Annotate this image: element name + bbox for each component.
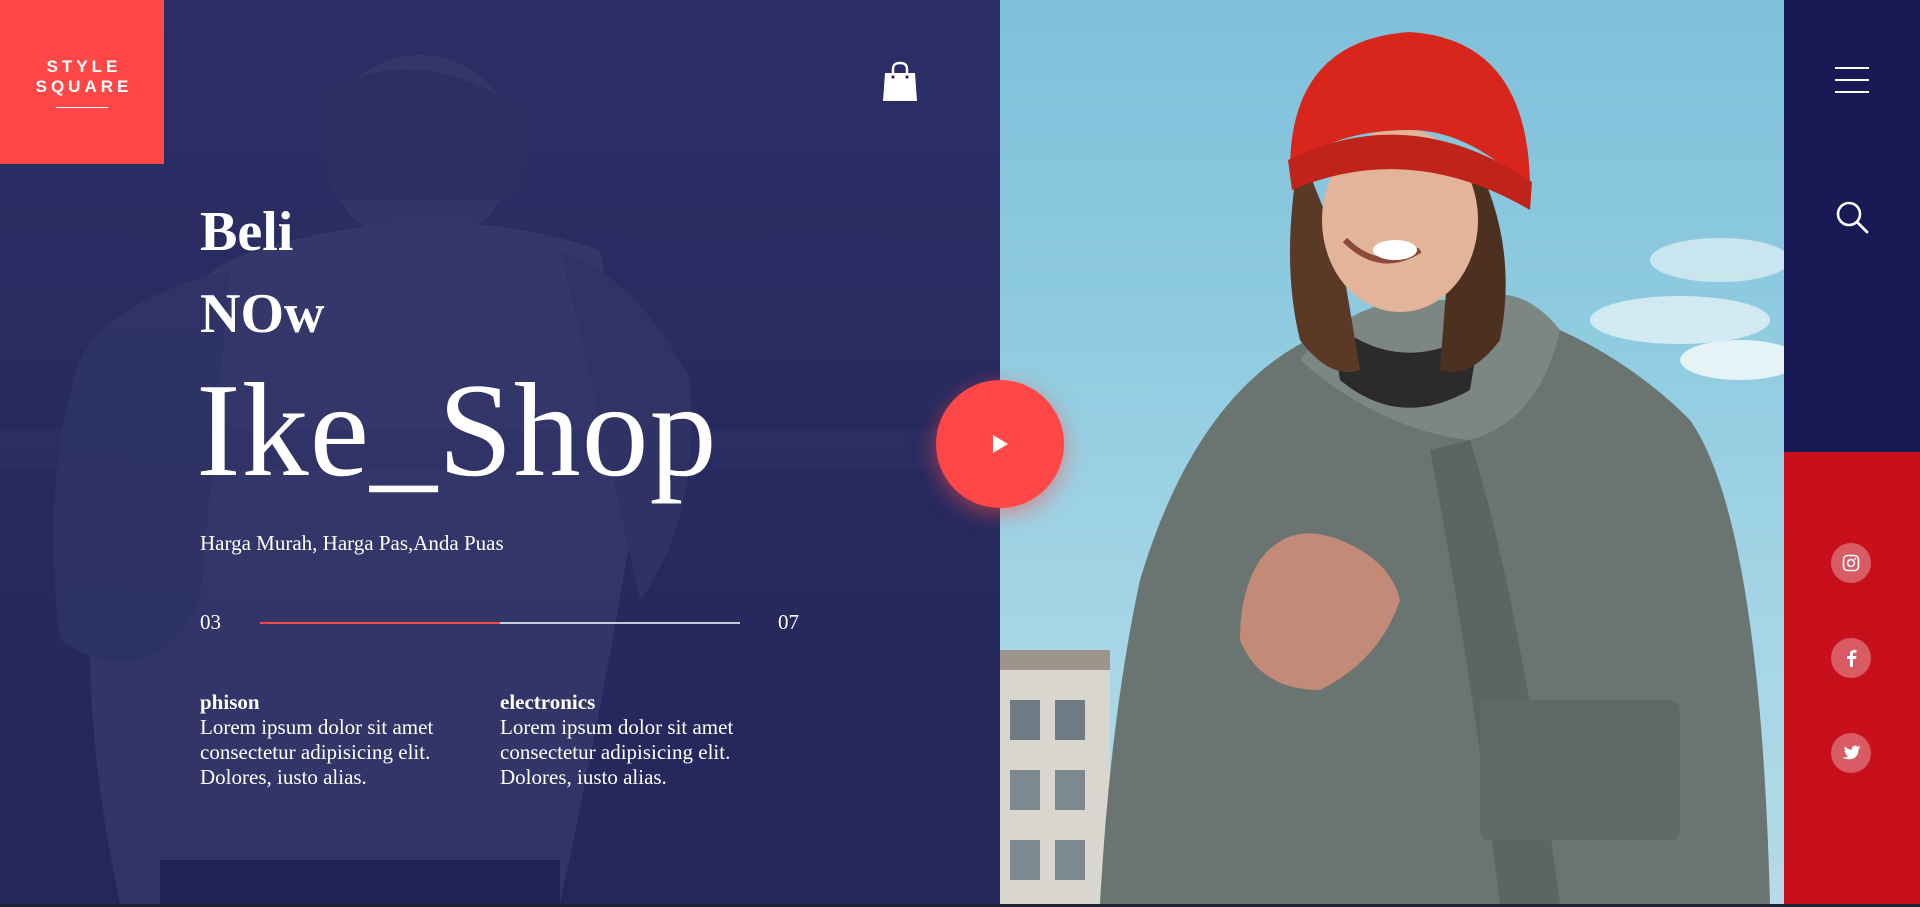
info-text-line: Dolores, iusto alias.: [200, 765, 367, 789]
hero-panel: STYLE SQUARE Beli NOw Ike_Shop Harga Mur…: [0, 0, 1000, 904]
facebook-link[interactable]: [1831, 638, 1871, 678]
brand-name: Ike_Shop: [196, 356, 718, 504]
play-video-button[interactable]: [936, 380, 1064, 508]
info-text-line: Lorem ipsum dolor sit amet: [200, 715, 434, 739]
logo-underline: [56, 106, 108, 108]
shopping-bag-icon[interactable]: [882, 61, 918, 102]
hamburger-menu-icon[interactable]: [1835, 67, 1869, 93]
info-text-line: consectetur adipisicing elit.: [200, 740, 431, 764]
headline-line2: NOw: [200, 283, 325, 345]
twitter-icon: [1842, 745, 1861, 759]
slide-total-number: 07: [778, 610, 799, 634]
slide-current-number: 03: [200, 610, 221, 634]
hero-photo: [1000, 0, 1784, 904]
info-title: electronics: [500, 690, 596, 714]
info-text-line: Dolores, iusto alias.: [500, 765, 667, 789]
tagline: Harga Murah, Harga Pas,Anda Puas: [200, 531, 504, 555]
info-column-electronics: electronics Lorem ipsum dolor sit amet c…: [500, 690, 770, 790]
facebook-icon: [1847, 650, 1857, 667]
logo-text-line2: SQUARE: [35, 76, 133, 96]
twitter-link[interactable]: [1831, 733, 1871, 773]
headline-line1: Beli: [200, 201, 294, 263]
instagram-link[interactable]: [1831, 543, 1871, 583]
info-title: phison: [200, 690, 260, 714]
info-text-line: Lorem ipsum dolor sit amet: [500, 715, 734, 739]
info-column-phison: phison Lorem ipsum dolor sit amet consec…: [200, 690, 470, 790]
woman-in-red-beanie-image: [1000, 32, 1784, 904]
slide-progress-bar: [260, 622, 740, 624]
instagram-icon: [1842, 554, 1860, 572]
style-square-logo[interactable]: STYLE SQUARE: [0, 0, 164, 164]
play-icon: [993, 435, 1008, 453]
logo-text-line1: STYLE: [46, 56, 122, 76]
slide-progress-fill: [260, 622, 500, 624]
info-text-line: consectetur adipisicing elit.: [500, 740, 731, 764]
search-icon[interactable]: [1835, 200, 1869, 234]
sidebar-social-panel: [1784, 452, 1920, 904]
